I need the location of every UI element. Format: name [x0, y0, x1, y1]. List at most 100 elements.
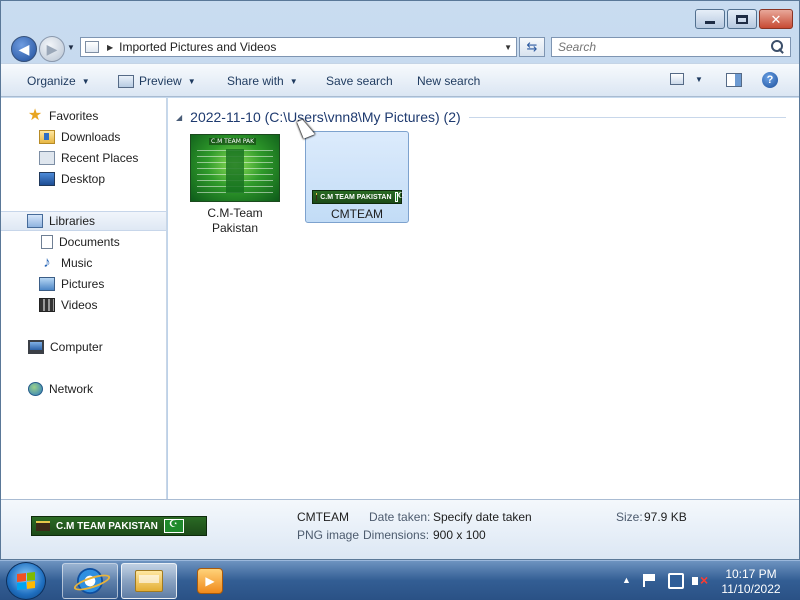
minimize-icon	[705, 20, 715, 24]
banner-text: C.M TEAM PAKISTAN	[320, 193, 392, 201]
sidebar-item-videos[interactable]: Videos	[1, 295, 166, 315]
star-icon: ★	[27, 107, 43, 124]
banner-image: C.M TEAM PAKISTAN	[31, 516, 207, 536]
details-file-type: PNG image	[297, 528, 360, 542]
preview-pane-icon[interactable]	[726, 73, 742, 87]
thumbnail-text-lines	[197, 149, 273, 193]
group-header[interactable]: ◢ 2022-11-10 (C:\Users\vnn8\My Pictures)…	[176, 107, 786, 127]
date-taken-label: Date taken:	[369, 510, 431, 524]
close-icon: ✕	[770, 11, 782, 27]
pakistan-flag-icon	[394, 191, 406, 202]
sidebar-item-downloads[interactable]: Downloads	[1, 127, 166, 147]
search-input[interactable]	[558, 40, 770, 54]
dimensions-value: 900 x 100	[433, 528, 486, 542]
refresh-icon: ⇆	[526, 39, 538, 54]
sidebar-item-recent-places[interactable]: Recent Places	[1, 148, 166, 168]
breadcrumb[interactable]: Imported Pictures and Videos	[119, 40, 504, 54]
banner-text: C.M TEAM PAKISTAN	[56, 520, 158, 532]
sidebar-item-desktop[interactable]: Desktop	[1, 169, 166, 189]
dimensions-label: Dimensions:	[363, 528, 430, 542]
taskbar-windows-explorer[interactable]	[121, 563, 177, 599]
details-thumbnail: C.M TEAM PAKISTAN	[31, 516, 207, 536]
sidebar-item-pictures[interactable]: Pictures	[1, 274, 166, 294]
pictures-icon	[39, 277, 55, 291]
file-tile-cm-team-pakistan[interactable]: C.M TEAM PAK C.M-Team Pakistan	[183, 132, 287, 235]
clock-time: 10:17 PM	[725, 567, 777, 581]
navigation-pane: ★ Favorites Downloads Recent Places Deskt…	[1, 98, 167, 499]
sidebar-item-label: Music	[61, 256, 93, 270]
file-name-line: C.M-Team	[207, 206, 263, 220]
sidebar-item-label: Desktop	[61, 172, 106, 186]
organize-menu[interactable]: Organize ▼	[27, 74, 90, 88]
preview-label: Preview	[139, 74, 182, 88]
chevron-down-icon: ▼	[289, 76, 298, 86]
clock-date: 11/10/2022	[721, 582, 781, 596]
sidebar-item-network[interactable]: Network	[1, 379, 166, 399]
sidebar-item-label: Pictures	[61, 277, 105, 291]
music-icon: ♪	[43, 254, 51, 271]
save-search-button[interactable]: Save search	[326, 74, 393, 88]
internet-explorer-icon	[77, 568, 103, 594]
details-pane: C.M TEAM PAKISTAN CMTEAM PNG image Date …	[1, 499, 799, 559]
sidebar-item-music[interactable]: ♪ Music	[1, 253, 166, 273]
file-name: C.M-Team Pakistan	[183, 206, 287, 236]
desktop-icon	[39, 172, 55, 186]
close-button[interactable]: ✕	[759, 9, 793, 29]
file-name-line: Pakistan	[211, 221, 259, 235]
refresh-button[interactable]: ⇆	[519, 37, 545, 57]
file-list: ◢ 2022-11-10 (C:\Users\vnn8\My Pictures)…	[168, 98, 799, 499]
action-center-flag-icon[interactable]	[643, 574, 657, 587]
sidebar-item-documents[interactable]: Documents	[1, 232, 166, 252]
size-value: 97.9 KB	[644, 510, 687, 524]
collapse-triangle-icon[interactable]: ◢	[176, 113, 182, 122]
system-clock[interactable]: 10:17 PM 11/10/2022	[716, 567, 786, 597]
save-search-label: Save search	[326, 74, 393, 88]
forward-button[interactable]: ▶	[39, 36, 65, 62]
sidebar-item-label: Documents	[59, 235, 120, 249]
banner-image: C.M TEAM PAKISTAN	[312, 190, 406, 204]
preview-menu[interactable]: Preview ▼	[118, 74, 196, 88]
sidebar-item-label: Libraries	[49, 214, 96, 228]
new-search-label: New search	[417, 74, 481, 88]
maximize-button[interactable]	[727, 9, 757, 29]
group-divider	[468, 116, 786, 118]
back-button[interactable]: ◀	[11, 36, 37, 62]
libraries-icon	[27, 214, 43, 228]
search-box[interactable]	[551, 37, 791, 57]
sidebar-item-computer[interactable]: Computer	[1, 337, 166, 357]
windows-explorer-icon	[135, 570, 163, 592]
search-icon[interactable]	[770, 39, 786, 55]
title-bar[interactable]: ✕	[1, 1, 799, 35]
file-tile-cmteam[interactable]: C.M TEAM PAKISTAN CMTEAM	[305, 131, 409, 223]
downloads-icon	[39, 130, 55, 144]
network-icon	[28, 382, 43, 396]
sidebar-item-libraries[interactable]: Libraries	[1, 211, 166, 231]
show-hidden-icons-button[interactable]: ▲	[622, 575, 631, 585]
help-icon[interactable]: ?	[762, 72, 778, 88]
date-taken-value[interactable]: Specify date taken	[433, 510, 532, 524]
explorer-window: ✕ ◀ ▶ ▼ ▶ Imported Pictures and Videos ▼…	[0, 0, 800, 560]
share-with-menu[interactable]: Share with ▼	[227, 74, 298, 88]
network-status-icon[interactable]	[668, 573, 684, 589]
image-thumbnail: C.M TEAM PAKISTAN	[312, 190, 406, 204]
taskbar-media-player[interactable]: ▶	[182, 563, 238, 599]
sidebar-item-label: Favorites	[49, 109, 99, 123]
details-file-name: CMTEAM	[297, 510, 349, 524]
view-options-dropdown[interactable]: ▼	[695, 75, 703, 84]
sidebar-item-label: Videos	[61, 298, 98, 312]
media-player-icon: ▶	[197, 568, 223, 594]
address-bar[interactable]: ▶ Imported Pictures and Videos ▼	[80, 37, 517, 57]
preview-icon	[118, 74, 134, 88]
start-button[interactable]	[6, 562, 46, 600]
minimize-button[interactable]	[695, 9, 725, 29]
pakistan-flag-icon	[163, 519, 184, 533]
volume-muted-icon[interactable]	[692, 572, 708, 588]
new-search-button[interactable]: New search	[417, 74, 480, 88]
breadcrumb-separator-icon[interactable]: ▶	[107, 43, 113, 52]
recent-places-icon	[39, 151, 55, 165]
sidebar-item-favorites[interactable]: ★ Favorites	[1, 106, 166, 126]
address-dropdown-icon[interactable]: ▼	[504, 43, 512, 52]
change-view-icon[interactable]	[670, 73, 684, 85]
recent-pages-dropdown[interactable]: ▼	[67, 43, 75, 52]
taskbar-internet-explorer[interactable]	[62, 563, 118, 599]
